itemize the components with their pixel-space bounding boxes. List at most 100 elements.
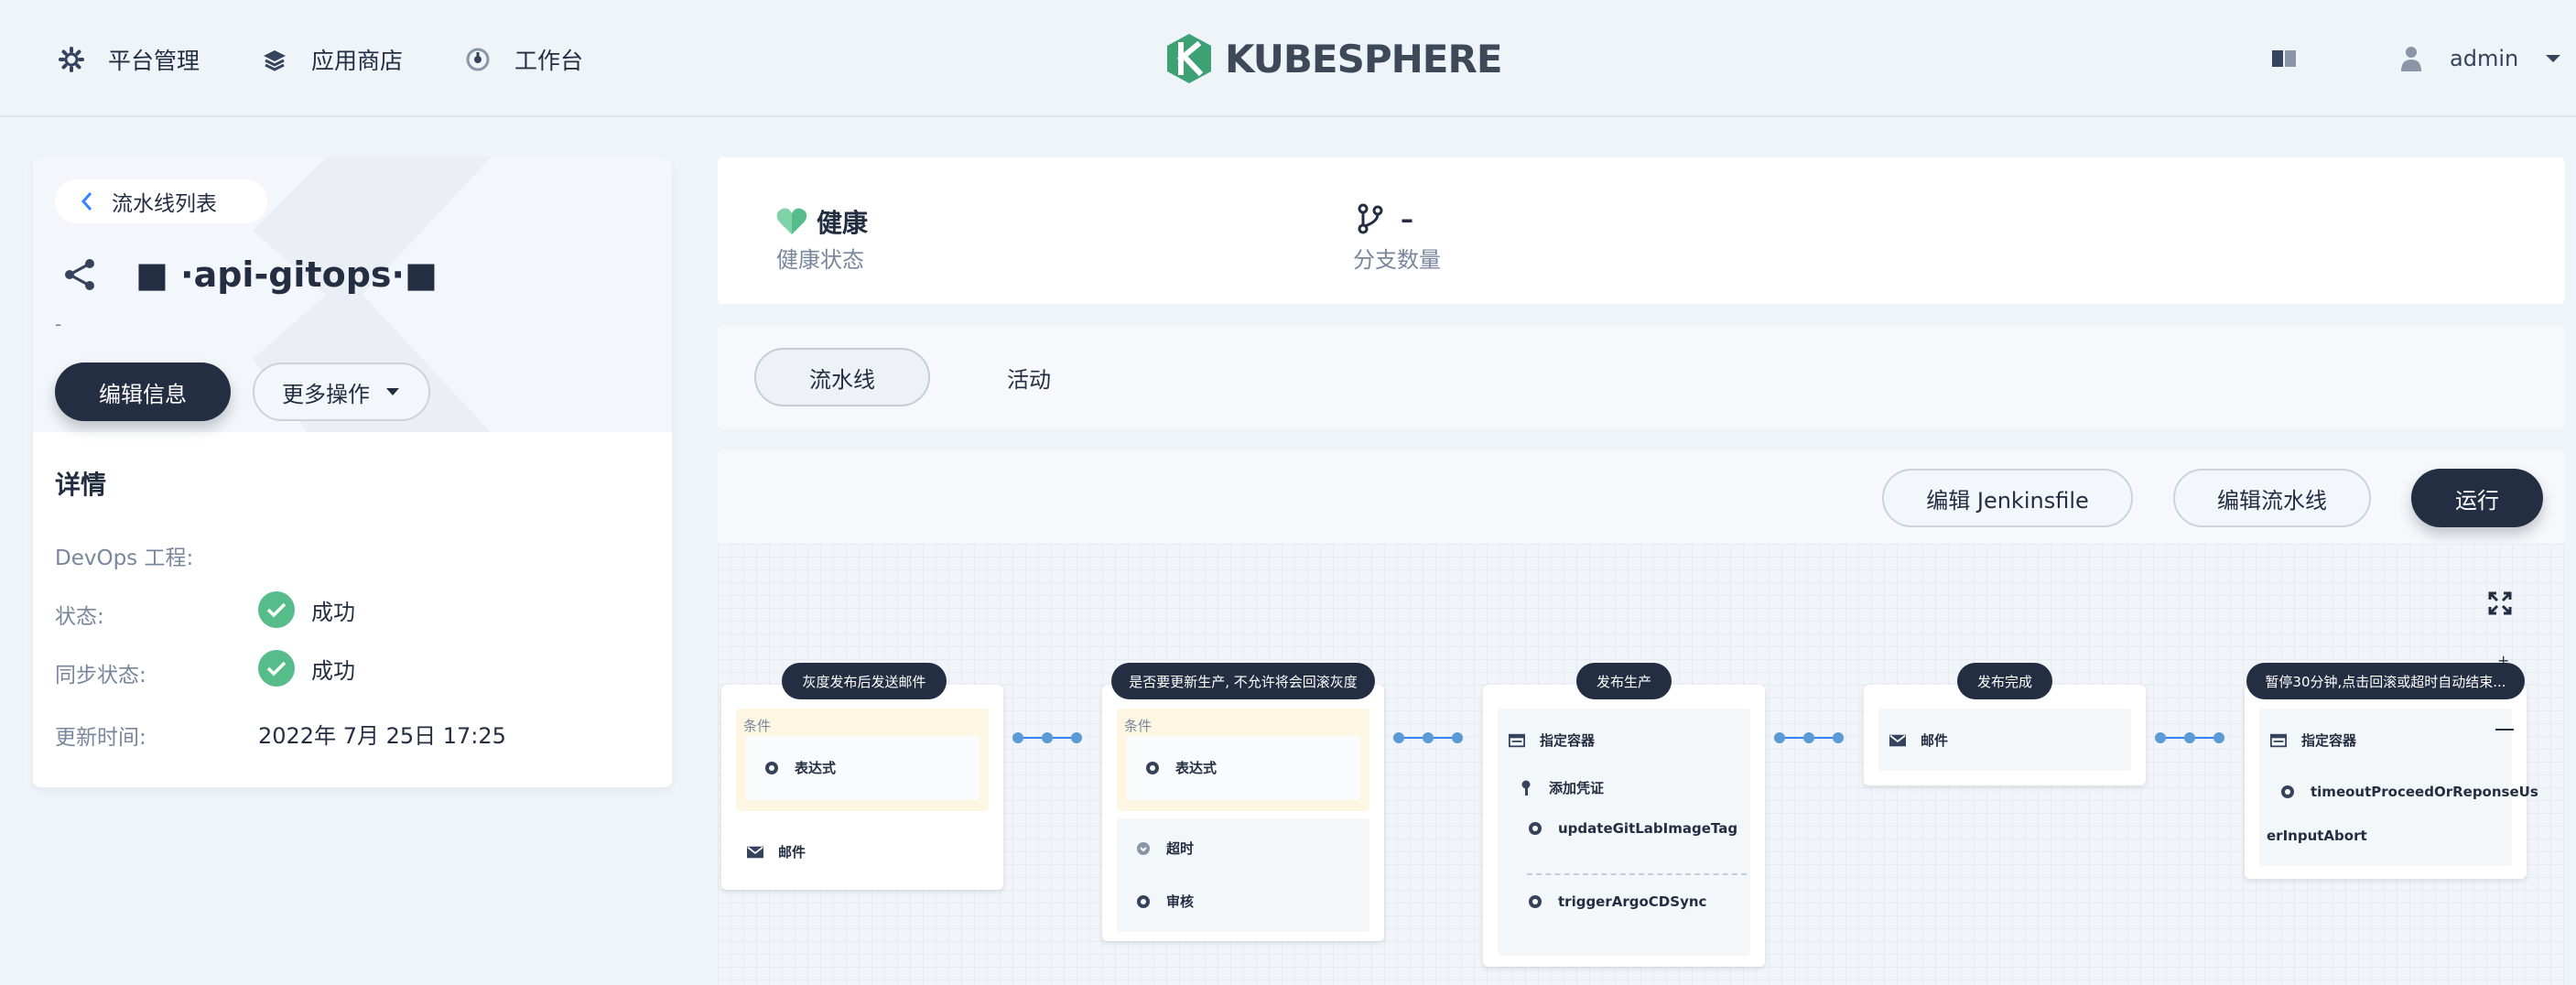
stage-title-text: 发布完成 <box>1976 673 2032 690</box>
connector-dot <box>1012 732 1023 743</box>
pipeline-stage[interactable]: 条件 表达式 邮件 <box>721 685 1003 890</box>
step-label: updateGitLabImageTag <box>1558 820 1738 837</box>
pipeline-step[interactable]: triggerArgoCDSync <box>1527 893 1706 910</box>
step-label: 表达式 <box>795 760 837 776</box>
more-actions-label: 更多操作 <box>282 381 370 407</box>
stage-title[interactable]: 是否要更新生产, 不允许将会回滚灰度 <box>1111 663 1375 699</box>
collapse-icon[interactable] <box>2495 729 2514 731</box>
step-label: triggerArgoCDSync <box>1558 893 1707 910</box>
stage-title-text: 暂停30分钟,点击回滚或超时自动结束... <box>2265 673 2506 690</box>
group-label: 指定容器 <box>2301 732 2357 749</box>
pipeline-step[interactable]: 超时 <box>1135 839 1194 858</box>
detail-label-status: 状态: <box>55 605 104 629</box>
top-navigation-bar: 平台管理 应用商店 工作台 KUBESPHERE admin <box>0 0 2576 117</box>
run-button[interactable]: 运行 <box>2411 469 2543 527</box>
nav-platform-management[interactable]: 平台管理 <box>55 37 200 82</box>
pipeline-stage[interactable]: 指定容器 添加凭证 updateGitLabImageTag triggerAr… <box>1483 685 1765 967</box>
connector-dot <box>1803 732 1814 743</box>
edit-pipeline-button[interactable]: 编辑流水线 <box>2173 469 2371 527</box>
fullscreen-icon[interactable] <box>2488 591 2512 615</box>
divider <box>1527 873 1747 875</box>
pipeline-step[interactable]: 审核 <box>1135 892 1194 911</box>
pipeline-step[interactable]: 指定容器 <box>1509 731 1595 750</box>
pipeline-title: ■ ·api-gitops·■ <box>135 254 438 295</box>
group-label: 指定容器 <box>1540 732 1596 749</box>
branch-icon <box>1357 203 1384 234</box>
book-icon[interactable] <box>2270 48 2298 70</box>
pipeline-description: - <box>55 313 62 335</box>
container-group: 指定容器 timeoutProceedOrReponseUs erInputAb… <box>2259 709 2538 866</box>
health-status: 健康 <box>776 203 868 240</box>
kubesphere-logo[interactable]: KUBESPHERE <box>1164 33 1503 84</box>
pipeline-step[interactable]: timeoutProceedOrReponseUs <box>2279 784 2538 800</box>
tab-activity[interactable]: 活动 <box>941 348 1117 406</box>
connector-dot <box>1393 732 1404 743</box>
update-time-text: 2022年 7月 25日 17:25 <box>258 723 506 749</box>
connector-dot <box>1452 732 1463 743</box>
chevron-left-icon <box>81 191 93 211</box>
detail-value-update-time: 2022年 7月 25日 17:25 <box>258 718 506 750</box>
connector-dot <box>2155 732 2166 743</box>
condition-label: 条件 <box>743 718 772 734</box>
user-menu[interactable]: admin <box>2400 40 2562 77</box>
pipeline-stage[interactable]: 条件 表达式 超时 审核 <box>1102 685 1384 941</box>
condition-inner: 表达式 <box>1126 736 1360 800</box>
tab-activity-label: 活动 <box>1007 366 1051 393</box>
container-group: 指定容器 添加凭证 updateGitLabImageTag triggerAr… <box>1498 709 1750 956</box>
pipeline-step[interactable]: 添加凭证 <box>1518 778 1604 797</box>
layers-icon <box>258 43 291 76</box>
stage-title[interactable]: 发布生产 <box>1576 663 1672 699</box>
nav-app-store[interactable]: 应用商店 <box>258 37 403 82</box>
step-label: 超时 <box>1166 840 1195 857</box>
pipeline-step[interactable]: 指定容器 <box>2270 731 2356 750</box>
pipeline-title-row: ■ ·api-gitops·■ <box>62 247 438 302</box>
step-label-continued: erInputAbort <box>2267 828 2367 844</box>
health-value: 健康 <box>817 208 869 238</box>
back-to-pipeline-list[interactable]: 流水线列表 <box>55 179 267 223</box>
nav-appstore-label: 应用商店 <box>311 48 404 74</box>
stage-title-text: 发布生产 <box>1596 673 1651 690</box>
success-check-icon <box>258 591 295 628</box>
details-title: 详情 <box>55 470 107 500</box>
tab-pipeline[interactable]: 流水线 <box>754 348 930 406</box>
edit-info-button[interactable]: 编辑信息 <box>55 363 231 421</box>
sync-status-text: 成功 <box>311 657 355 684</box>
pipeline-step[interactable]: 邮件 <box>747 842 806 861</box>
detail-value-sync-status: 成功 <box>258 650 355 687</box>
chevron-down-icon <box>2544 52 2562 65</box>
edit-jenkinsfile-button[interactable]: 编辑 Jenkinsfile <box>1882 469 2133 527</box>
branch-value: – <box>1401 203 1413 234</box>
step-icon <box>1135 893 1152 910</box>
pipeline-stage[interactable]: 指定容器 timeoutProceedOrReponseUs erInputAb… <box>2245 685 2538 879</box>
stage-title-text: 是否要更新生产, 不允许将会回滚灰度 <box>1129 673 1358 690</box>
connector-dot <box>1833 732 1844 743</box>
step-label: 表达式 <box>1175 760 1218 776</box>
pipeline-step[interactable]: 表达式 <box>763 758 836 777</box>
stage-title[interactable]: 灰度发布后发送邮件 <box>782 663 947 699</box>
user-name: admin <box>2450 46 2519 71</box>
back-label: 流水线列表 <box>112 192 217 216</box>
tabs-panel: 流水线 活动 <box>718 326 2565 428</box>
pipeline-graph-canvas[interactable]: 条件 表达式 邮件 灰度发布后发送邮件 条件 表达式 超时 审核 是否要更新生产… <box>718 544 2565 985</box>
key-icon <box>1518 780 1534 796</box>
pipeline-step[interactable]: updateGitLabImageTag <box>1527 820 1737 837</box>
chevron-down-icon <box>384 386 401 397</box>
connector-dot <box>2213 732 2224 743</box>
user-avatar-icon <box>2400 45 2422 72</box>
step-icon <box>1527 893 1543 910</box>
pipeline-step[interactable]: 邮件 <box>1889 731 1948 750</box>
edit-info-label: 编辑信息 <box>99 381 187 407</box>
more-actions-button[interactable]: 更多操作 <box>253 363 430 421</box>
stage-title[interactable]: 暂停30分钟,点击回滚或超时自动结束... <box>2246 663 2525 699</box>
nav-workbench[interactable]: 工作台 <box>461 37 583 82</box>
pipeline-step[interactable]: 表达式 <box>1144 758 1217 777</box>
container-icon <box>2270 732 2287 749</box>
edit-jenkinsfile-label: 编辑 Jenkinsfile <box>1926 487 2089 514</box>
detail-label-sync-status: 同步状态: <box>55 664 146 687</box>
pipeline-stage[interactable]: 邮件 <box>1864 685 2146 785</box>
mail-icon <box>1889 732 1906 749</box>
condition-block: 条件 表达式 <box>736 709 989 811</box>
stage-title[interactable]: 发布完成 <box>1957 663 2052 699</box>
edit-pipeline-label: 编辑流水线 <box>2217 487 2327 514</box>
nav-platform-label: 平台管理 <box>108 48 200 74</box>
